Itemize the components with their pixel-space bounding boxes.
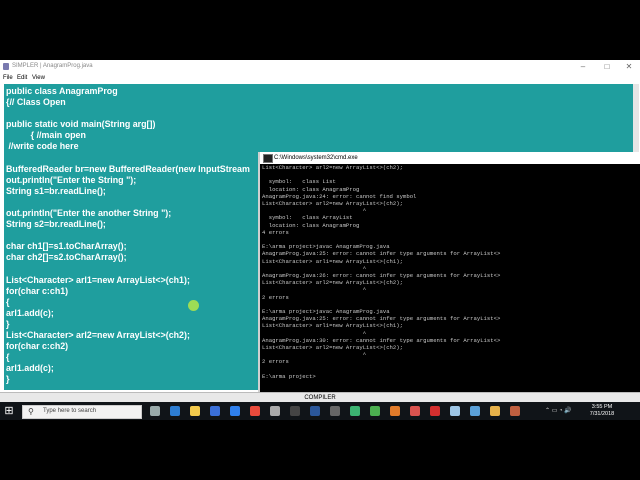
menu-file[interactable]: File (3, 75, 13, 81)
close-icon[interactable]: ✕ (620, 61, 638, 73)
tray-clock[interactable]: 3:55 PM 7/31/2018 (585, 404, 619, 418)
green-app-icon[interactable] (350, 406, 360, 416)
recorder-icon[interactable] (510, 406, 520, 416)
code-text[interactable]: public class AnagramProg {// Class Open … (6, 86, 250, 386)
clock-time: 3:55 PM (591, 404, 613, 410)
compiler-label: COMPILER (304, 395, 336, 401)
mouse-cursor-highlight (188, 300, 199, 311)
settings-icon[interactable] (270, 406, 280, 416)
system-tray-icons[interactable]: ⌃ ▭ ◔ 🔊 (545, 407, 572, 414)
media-icon[interactable] (410, 406, 420, 416)
word-icon[interactable] (310, 406, 320, 416)
editor-title-bar[interactable]: SIMPLER | AnagramProg.java – □ ✕ (0, 60, 640, 74)
cmd-icon[interactable] (290, 406, 300, 416)
minimize-icon[interactable]: – (574, 61, 592, 73)
taskbar-search-box[interactable]: ⚲ Type here to search (22, 405, 142, 419)
cmd-output[interactable]: List<Character> arl2=new ArrayList<>(ch2… (262, 164, 500, 380)
photos-icon[interactable] (470, 406, 480, 416)
menu-bar: File Edit View (0, 74, 640, 84)
acrobat-icon[interactable] (430, 406, 440, 416)
taskbar: ⊞ ⚲ Type here to search ⌃ ▭ ◔ 🔊 3:55 PM … (0, 402, 640, 420)
chrome-icon[interactable] (250, 406, 260, 416)
menu-edit[interactable]: Edit (17, 75, 27, 81)
cmd-app-icon (263, 154, 273, 163)
clock-date: 7/31/2018 (589, 411, 615, 417)
cmd-title-bar[interactable]: C:\Windows\system32\cmd.exe (260, 152, 640, 164)
app-icon (3, 63, 9, 70)
search-placeholder: Type here to search (43, 408, 97, 414)
edge-icon[interactable] (170, 406, 180, 416)
maximize-icon[interactable]: □ (598, 61, 616, 73)
folder-icon[interactable] (490, 406, 500, 416)
windows-start-icon[interactable]: ⊞ (2, 405, 16, 417)
file-explorer-icon[interactable] (190, 406, 200, 416)
search-icon: ⚲ (28, 407, 34, 416)
cmd-window-title: C:\Windows\system32\cmd.exe (274, 155, 358, 161)
calculator-icon[interactable] (330, 406, 340, 416)
notepad-icon[interactable] (450, 406, 460, 416)
menu-view[interactable]: View (32, 75, 45, 81)
java-icon[interactable] (390, 406, 400, 416)
desktop-screen: SIMPLER | AnagramProg.java – □ ✕ File Ed… (0, 60, 640, 420)
store-icon[interactable] (210, 406, 220, 416)
camtasia-icon[interactable] (370, 406, 380, 416)
editor-window-title: SIMPLER | AnagramProg.java (12, 63, 93, 69)
mail-icon[interactable] (230, 406, 240, 416)
task-view-icon[interactable] (150, 406, 160, 416)
cmd-window: C:\Windows\system32\cmd.exe List<Charact… (258, 152, 640, 392)
